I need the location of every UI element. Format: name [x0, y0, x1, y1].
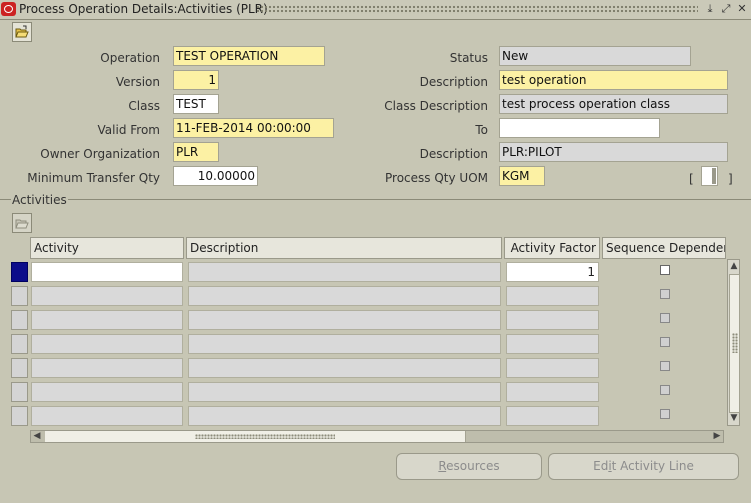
class-label: Class — [128, 99, 160, 113]
row-indicator[interactable] — [11, 262, 28, 282]
minimum-transfer-qty-label: Minimum Transfer Qty — [27, 171, 160, 185]
operation-label: Operation — [100, 51, 160, 65]
close-icon[interactable]: ✕ — [735, 2, 749, 16]
row-indicator[interactable] — [11, 286, 28, 306]
edit-activity-line-button[interactable]: Edit Activity Line — [548, 453, 739, 480]
scroll-grip-icon — [195, 434, 335, 439]
flexfield-edge — [712, 168, 716, 184]
process-qty-uom-field[interactable]: KGM — [499, 166, 545, 186]
to-date-field[interactable] — [499, 118, 660, 138]
column-header-activity[interactable]: Activity — [30, 237, 184, 259]
sequence-dependent-checkbox[interactable] — [660, 313, 670, 323]
sequence-dependent-checkbox[interactable] — [660, 289, 670, 299]
activity-factor-cell[interactable] — [506, 358, 599, 378]
activity-cell[interactable] — [31, 310, 183, 330]
owner-organization-label: Owner Organization — [40, 147, 160, 161]
status-label: Status — [449, 51, 488, 65]
title-bar-grip — [256, 5, 698, 14]
scroll-right-icon[interactable]: ▶ — [711, 431, 723, 442]
column-header-sequence-dependent[interactable]: Sequence Dependen — [602, 237, 726, 259]
activity-cell[interactable] — [31, 358, 183, 378]
row-indicator[interactable] — [11, 310, 28, 330]
row-indicator[interactable] — [11, 358, 28, 378]
maximize-icon[interactable]: ⤢ — [719, 2, 733, 16]
sequence-dependent-checkbox[interactable] — [660, 265, 670, 275]
organization-description-field: PLR:PILOT — [499, 142, 728, 162]
resources-label: esources — [446, 459, 500, 473]
description-cell — [188, 406, 501, 426]
column-header-description[interactable]: Description — [186, 237, 502, 259]
class-description-label: Class Description — [384, 99, 488, 113]
activity-factor-cell[interactable] — [506, 334, 599, 354]
owner-organization-field[interactable]: PLR — [173, 142, 219, 162]
activity-cell[interactable] — [31, 262, 183, 282]
activities-section-title: Activities — [11, 193, 68, 207]
organization-description-label: Description — [419, 147, 488, 161]
edit-activity-line-label-start: Ed — [593, 459, 609, 473]
description-cell — [188, 286, 501, 306]
resources-mnemonic: R — [438, 459, 447, 473]
activity-factor-cell[interactable] — [506, 310, 599, 330]
row-indicator[interactable] — [11, 382, 28, 402]
minimum-transfer-qty-field[interactable]: 10.00000 — [173, 166, 258, 186]
scroll-grip-icon — [732, 333, 738, 353]
row-indicator[interactable] — [11, 406, 28, 426]
activity-factor-cell[interactable]: 1 — [506, 262, 599, 282]
scroll-left-icon[interactable]: ◀ — [31, 431, 43, 442]
minimize-icon[interactable]: ⤓ — [703, 2, 717, 16]
section-separator — [0, 199, 751, 200]
description-field[interactable]: test operation — [499, 70, 728, 90]
folder-open-icon — [15, 219, 29, 229]
activity-cell[interactable] — [31, 406, 183, 426]
class-field[interactable]: TEST — [173, 94, 219, 114]
version-field[interactable]: 1 — [173, 70, 219, 90]
description-cell — [188, 334, 501, 354]
horizontal-scrollbar[interactable]: ◀ ▶ — [30, 430, 724, 443]
description-cell — [188, 382, 501, 402]
sequence-dependent-checkbox[interactable] — [660, 385, 670, 395]
vertical-scrollbar[interactable]: ▲ ▼ — [727, 259, 740, 426]
resources-button[interactable]: Resources — [396, 453, 542, 480]
row-indicator[interactable] — [11, 334, 28, 354]
window-title: Process Operation Details:Activities (PL… — [19, 2, 268, 16]
class-description-field: test process operation class — [499, 94, 728, 114]
vertical-scroll-thumb[interactable] — [729, 274, 740, 413]
activity-cell[interactable] — [31, 286, 183, 306]
description-label: Description — [419, 75, 488, 89]
to-label: To — [475, 123, 488, 137]
sequence-dependent-checkbox[interactable] — [660, 337, 670, 347]
activity-factor-cell[interactable] — [506, 286, 599, 306]
process-qty-uom-label: Process Qty UOM — [385, 171, 488, 185]
folder-open-button[interactable] — [12, 22, 32, 42]
scroll-down-icon[interactable]: ▼ — [728, 413, 740, 424]
activities-folder-button[interactable] — [12, 213, 32, 233]
flexfield-open-bracket: [ — [689, 172, 694, 186]
folder-open-icon — [15, 25, 29, 38]
oracle-logo-icon — [1, 2, 16, 16]
valid-from-label: Valid From — [97, 123, 160, 137]
column-header-activity-factor[interactable]: Activity Factor — [504, 237, 600, 259]
status-field: New — [499, 46, 691, 66]
sequence-dependent-checkbox[interactable] — [660, 409, 670, 419]
activity-factor-cell[interactable] — [506, 406, 599, 426]
description-cell — [188, 262, 501, 282]
flexfield-close-bracket: ] — [728, 172, 733, 186]
sequence-dependent-checkbox[interactable] — [660, 361, 670, 371]
description-cell — [188, 358, 501, 378]
activity-cell[interactable] — [31, 382, 183, 402]
scroll-up-icon[interactable]: ▲ — [728, 261, 740, 272]
horizontal-scroll-thumb[interactable] — [45, 431, 466, 442]
edit-activity-line-label-end: t Activity Line — [611, 459, 694, 473]
version-label: Version — [115, 75, 160, 89]
description-cell — [188, 310, 501, 330]
activity-factor-cell[interactable] — [506, 382, 599, 402]
descriptive-flexfield[interactable] — [701, 166, 718, 186]
activity-cell[interactable] — [31, 334, 183, 354]
window-title-bar: Process Operation Details:Activities (PL… — [0, 0, 751, 20]
